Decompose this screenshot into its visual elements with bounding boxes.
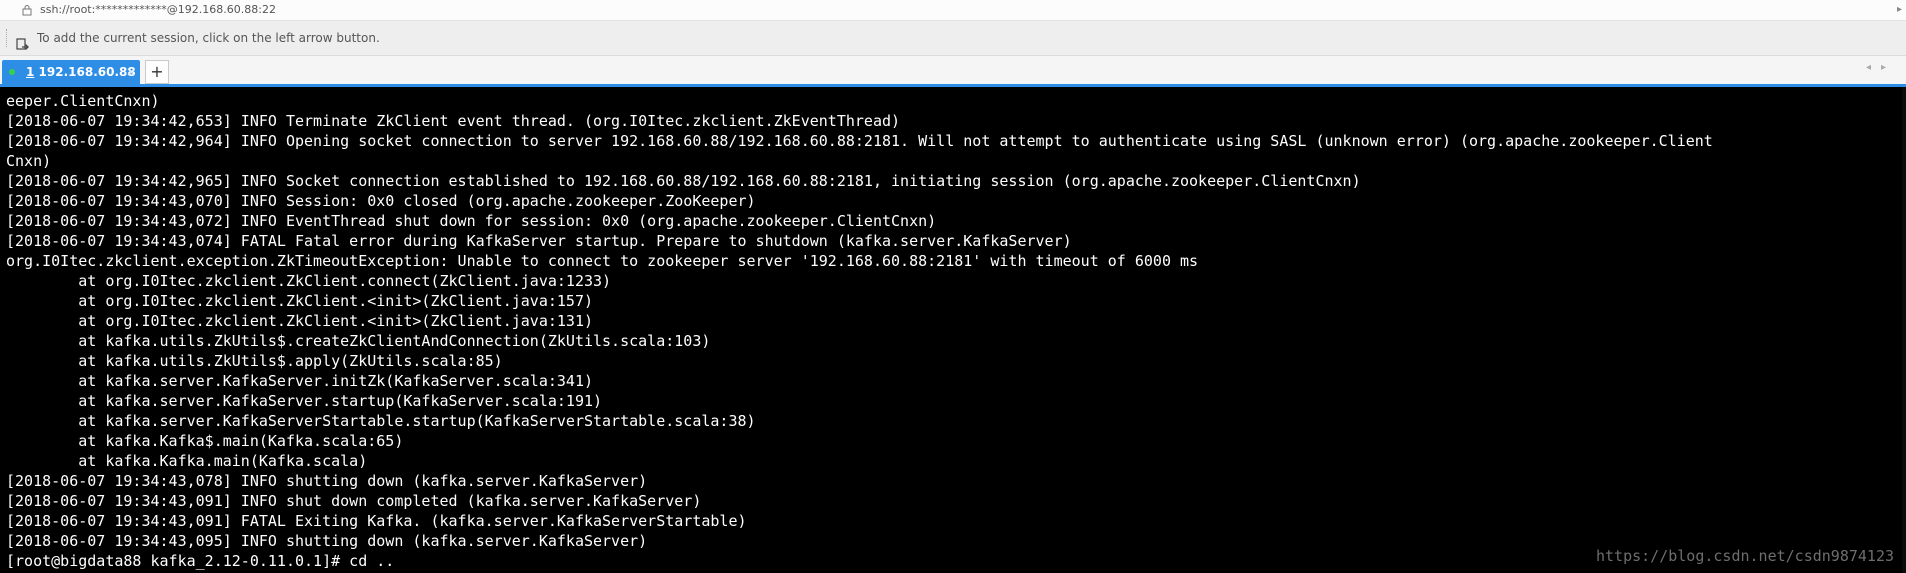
address-bar: ssh://root:*************@192.168.60.88:2… [0, 0, 1906, 21]
hint-text: To add the current session, click on the… [37, 31, 380, 45]
terminal-line: [2018-06-07 19:34:42,653] INFO Terminate… [6, 112, 901, 130]
terminal-line: org.I0Itec.zkclient.exception.ZkTimeoutE… [6, 252, 1199, 270]
terminal-line: [2018-06-07 19:34:43,078] INFO shutting … [6, 472, 648, 490]
terminal-line: [2018-06-07 19:34:43,091] FATAL Exiting … [6, 512, 747, 530]
terminal-line: at org.I0Itec.zkclient.ZkClient.connect(… [6, 272, 612, 290]
terminal-line: at kafka.server.KafkaServer.startup(Kafk… [6, 392, 603, 410]
lock-icon [22, 4, 34, 16]
terminal-line: at kafka.Kafka$.main(Kafka.scala:65) [6, 432, 404, 450]
terminal-line: at kafka.utils.ZkUtils$.apply(ZkUtils.sc… [6, 352, 503, 370]
tab-bar: 1 192.168.60.88 × + ◂▸ [0, 56, 1906, 84]
address-bar-chevron-icon[interactable]: ▸ [1897, 0, 1902, 20]
terminal-output: eeper.ClientCnxn) [2018-06-07 19:34:42,65… [6, 91, 1896, 571]
terminal-line: [2018-06-07 19:34:43,091] INFO shut down… [6, 492, 702, 510]
terminal-line: at kafka.utils.ZkUtils$.createZkClientAn… [6, 332, 711, 350]
tab-label: 1 192.168.60.88 [26, 60, 136, 84]
add-session-arrow-icon[interactable] [16, 31, 30, 50]
toolbar-grip[interactable] [6, 29, 9, 47]
new-tab-button[interactable]: + [145, 60, 169, 84]
watermark-text: https://blog.csdn.net/csdn9874123 [1595, 547, 1894, 565]
tab-session-192-168-60-88[interactable]: 1 192.168.60.88 × [2, 60, 140, 84]
terminal-line: at org.I0Itec.zkclient.ZkClient.<init>(Z… [6, 292, 593, 310]
terminal-line: [2018-06-07 19:34:42,964] INFO Opening s… [6, 132, 1713, 150]
session-hint-bar: To add the current session, click on the… [0, 21, 1906, 56]
terminal-scrollbar[interactable] [1902, 87, 1906, 573]
connected-status-icon [9, 69, 15, 75]
terminal-line: [2018-06-07 19:34:43,072] INFO EventThre… [6, 212, 937, 230]
tab-index: 1 [26, 65, 35, 79]
tab-host: 192.168.60.88 [38, 65, 136, 79]
terminal-line: [2018-06-07 19:34:43,074] FATAL Fatal er… [6, 232, 1072, 250]
terminal-line: at kafka.Kafka.main(Kafka.scala) [6, 452, 368, 470]
terminal-line: at kafka.server.KafkaServerStartable.sta… [6, 412, 756, 430]
terminal-line: [2018-06-07 19:34:43,070] INFO Session: … [6, 192, 756, 210]
terminal-line: at kafka.server.KafkaServer.initZk(Kafka… [6, 372, 593, 390]
tab-close-icon[interactable]: × [126, 60, 136, 84]
terminal-line: [2018-06-07 19:34:42,965] INFO Socket co… [6, 172, 1361, 190]
terminal-line: Cnxn) [6, 152, 52, 170]
terminal-screen[interactable]: eeper.ClientCnxn) [2018-06-07 19:34:42,65… [0, 87, 1906, 573]
session-address[interactable]: ssh://root:*************@192.168.60.88:2… [40, 0, 276, 20]
terminal-line: at org.I0Itec.zkclient.ZkClient.<init>(Z… [6, 312, 593, 330]
terminal-line: eeper.ClientCnxn) [6, 92, 160, 110]
tab-scroll-arrows-icon[interactable]: ◂▸ [1866, 62, 1896, 73]
